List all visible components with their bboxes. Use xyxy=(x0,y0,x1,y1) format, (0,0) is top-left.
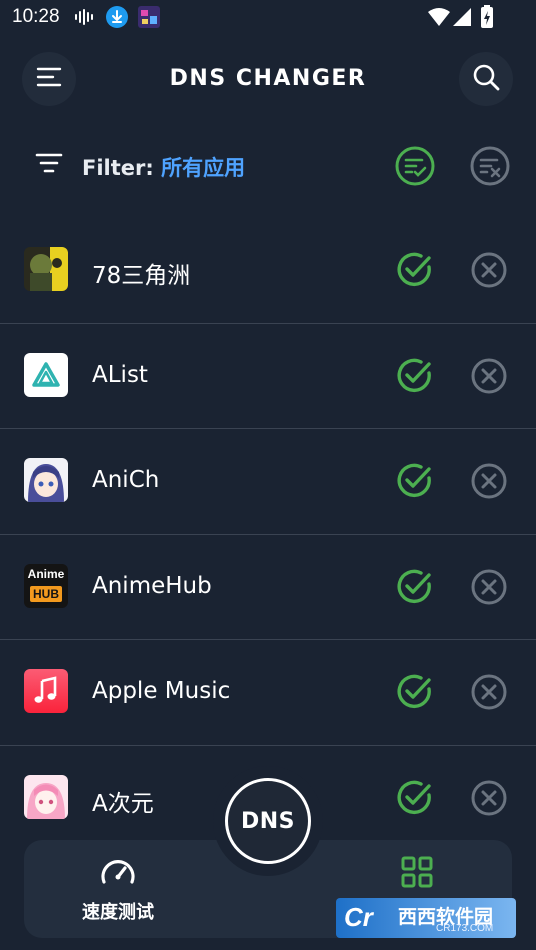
app-icon-animehub: Anime HUB xyxy=(24,563,68,608)
check-circle-icon xyxy=(397,674,431,709)
app-icon-apple-music xyxy=(24,669,68,713)
allow-all-button[interactable] xyxy=(394,145,436,191)
block-all-icon xyxy=(470,146,510,186)
block-button[interactable] xyxy=(470,673,508,715)
x-circle-icon xyxy=(471,674,507,710)
x-circle-icon xyxy=(471,463,507,499)
animehub-icon-text-bottom: HUB xyxy=(30,585,62,602)
block-button[interactable] xyxy=(470,568,508,610)
nav-apps[interactable] xyxy=(357,856,477,892)
filter-value: 所有应用 xyxy=(161,156,246,180)
allow-button[interactable] xyxy=(396,568,434,610)
search-button[interactable] xyxy=(459,52,513,106)
x-circle-icon xyxy=(471,780,507,815)
dns-fab-button[interactable]: DNS xyxy=(225,778,311,864)
check-circle-icon xyxy=(397,569,431,603)
block-button[interactable] xyxy=(470,357,508,399)
block-button[interactable] xyxy=(470,251,508,293)
status-time: 10:28 xyxy=(12,6,60,27)
check-circle-icon xyxy=(397,780,431,814)
game-app-icon xyxy=(138,6,160,32)
app-icon-alist xyxy=(24,352,68,397)
app-title: DNS CHANGER xyxy=(169,66,367,91)
app-name: A次元 xyxy=(92,790,154,817)
filter-icon[interactable] xyxy=(35,152,63,178)
app-icon-78sanjiaozhou xyxy=(24,247,68,291)
allow-all-icon xyxy=(395,146,435,186)
app-row: AList xyxy=(0,324,536,429)
allow-button[interactable] xyxy=(396,673,434,715)
dns-fab-label: DNS xyxy=(240,808,296,834)
signal-icon xyxy=(452,7,472,31)
watermark-logo: Cr xyxy=(344,902,373,932)
check-circle-icon xyxy=(397,463,431,498)
app-name: Apple Music xyxy=(92,678,231,704)
app-icon-anich xyxy=(24,458,68,502)
app-row: Apple Music xyxy=(0,640,536,746)
x-circle-icon xyxy=(471,252,507,288)
fab-wrapper: DNS xyxy=(213,766,323,876)
allow-button[interactable] xyxy=(396,462,434,504)
app-name: AnimeHub xyxy=(92,572,212,599)
status-bar: 10:28 xyxy=(0,0,536,34)
app-header: DNS CHANGER xyxy=(0,50,536,110)
check-circle-icon xyxy=(397,358,431,392)
wifi-icon xyxy=(427,7,451,31)
allow-button[interactable] xyxy=(396,357,434,399)
animehub-icon-text-top: Anime xyxy=(27,566,65,581)
filter-prefix: Filter: xyxy=(82,156,154,180)
app-row: 78三角洲 xyxy=(0,218,536,324)
block-all-button[interactable] xyxy=(469,145,511,191)
watermark: Cr 西西软件园 CR173.COM xyxy=(336,898,516,938)
allow-button[interactable] xyxy=(396,251,434,293)
app-name: 78三角洲 xyxy=(92,263,191,289)
check-circle-icon xyxy=(397,252,431,287)
download-icon xyxy=(106,6,128,32)
watermark-sub: CR173.COM xyxy=(436,923,494,934)
block-button[interactable] xyxy=(470,779,508,821)
app-name: AList xyxy=(92,361,148,388)
audio-wave-icon xyxy=(74,9,96,29)
allow-button[interactable] xyxy=(396,779,434,821)
nav-speed-test[interactable]: 速度测试 xyxy=(58,856,178,924)
app-row: Anime HUB AnimeHub xyxy=(0,535,536,640)
filter-row: Filter: 所有应用 xyxy=(0,140,536,192)
nav-speed-test-label: 速度测试 xyxy=(82,902,154,923)
x-circle-icon xyxy=(471,569,507,604)
app-name: AniCh xyxy=(92,467,160,493)
app-list: 78三角洲 AList AniCh Anime HUB AnimeHub App… xyxy=(0,218,536,851)
x-circle-icon xyxy=(471,358,507,393)
battery-icon xyxy=(480,5,494,33)
app-icon-aciyuan xyxy=(24,774,68,819)
block-button[interactable] xyxy=(470,462,508,504)
filter-label[interactable]: Filter: 所有应用 xyxy=(82,152,245,182)
grid-icon xyxy=(401,856,433,892)
speedometer-icon xyxy=(99,860,137,890)
search-icon xyxy=(472,63,500,95)
app-row: AniCh xyxy=(0,429,536,535)
